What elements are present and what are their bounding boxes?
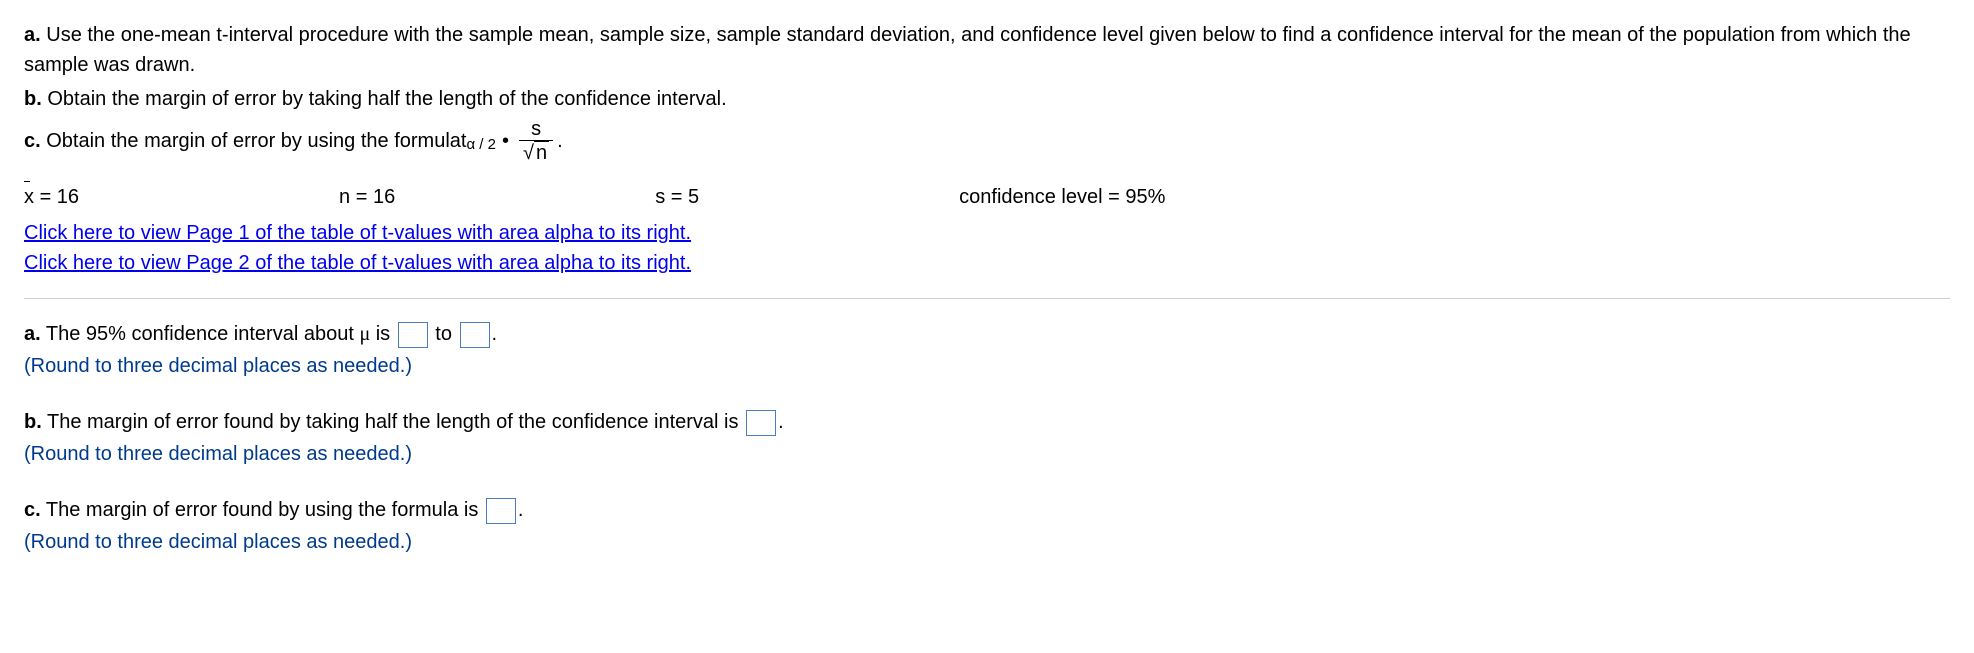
- section-divider: [24, 298, 1950, 299]
- answer-b-text: The margin of error found by taking half…: [47, 411, 744, 433]
- link-t-table-page-1[interactable]: Click here to view Page 1 of the table o…: [24, 218, 691, 248]
- xbar-symbol: x: [24, 182, 34, 212]
- prompt-a-text: Use the one-mean t-interval procedure wi…: [24, 24, 1911, 76]
- given-data-row: x = 16 n = 16 s = 5 confidence level = 9…: [24, 182, 1950, 212]
- prompt-b-text: Obtain the margin of error by taking hal…: [47, 88, 726, 110]
- answer-a-label: a.: [24, 323, 41, 345]
- prompt-b: b. Obtain the margin of error by taking …: [24, 84, 1950, 114]
- answer-a-is: is: [370, 323, 396, 345]
- sqrt-arg: n: [534, 141, 549, 164]
- prompt-a: a. Use the one-mean t-interval procedure…: [24, 20, 1950, 80]
- given-confidence: confidence level = 95%: [959, 182, 1165, 212]
- prompt-c-suffix: .: [557, 126, 563, 156]
- prompt-c-prefix: Obtain the margin of error by using the …: [46, 130, 461, 152]
- moe-half-input[interactable]: [746, 410, 776, 436]
- given-n: n = 16: [339, 182, 395, 212]
- label-a: a.: [24, 24, 41, 46]
- answer-c-period: .: [518, 499, 524, 521]
- moe-formula-input[interactable]: [486, 498, 516, 524]
- label-b: b.: [24, 88, 42, 110]
- hint-b: (Round to three decimal places as needed…: [24, 439, 1950, 469]
- question-prompt: a. Use the one-mean t-interval procedure…: [24, 20, 1950, 278]
- label-c: c.: [24, 130, 41, 152]
- answer-c-label: c.: [24, 499, 41, 521]
- formula-fraction: s n: [519, 118, 553, 164]
- margin-error-formula: tα / 2 • s n: [461, 118, 557, 164]
- formula-dot: •: [502, 126, 509, 156]
- answer-b: b. The margin of error found by taking h…: [24, 407, 1950, 469]
- answer-a: a. The 95% confidence interval about μ i…: [24, 319, 1950, 381]
- hint-c: (Round to three decimal places as needed…: [24, 527, 1950, 557]
- answer-c: c. The margin of error found by using th…: [24, 495, 1950, 557]
- ci-lower-input[interactable]: [398, 322, 428, 348]
- answer-b-period: .: [778, 411, 784, 433]
- prompt-c: c. Obtain the margin of error by using t…: [24, 118, 1950, 164]
- ci-upper-input[interactable]: [460, 322, 490, 348]
- given-s: s = 5: [655, 182, 699, 212]
- sqrt-symbol: [523, 142, 534, 164]
- mu-symbol: μ: [359, 323, 370, 345]
- formula-sub: α / 2: [466, 134, 496, 157]
- xbar-value: = 16: [40, 186, 79, 208]
- answer-a-period: .: [492, 323, 498, 345]
- formula-denominator: n: [519, 140, 553, 164]
- answer-b-label: b.: [24, 411, 42, 433]
- answer-a-to: to: [430, 323, 458, 345]
- link-t-table-page-2[interactable]: Click here to view Page 2 of the table o…: [24, 248, 691, 278]
- answer-a-prefix: The 95% confidence interval about: [46, 323, 360, 345]
- given-xbar: x = 16: [24, 182, 79, 212]
- formula-numerator: s: [527, 118, 545, 140]
- answer-c-text: The margin of error found by using the f…: [46, 499, 484, 521]
- hint-a: (Round to three decimal places as needed…: [24, 351, 1950, 381]
